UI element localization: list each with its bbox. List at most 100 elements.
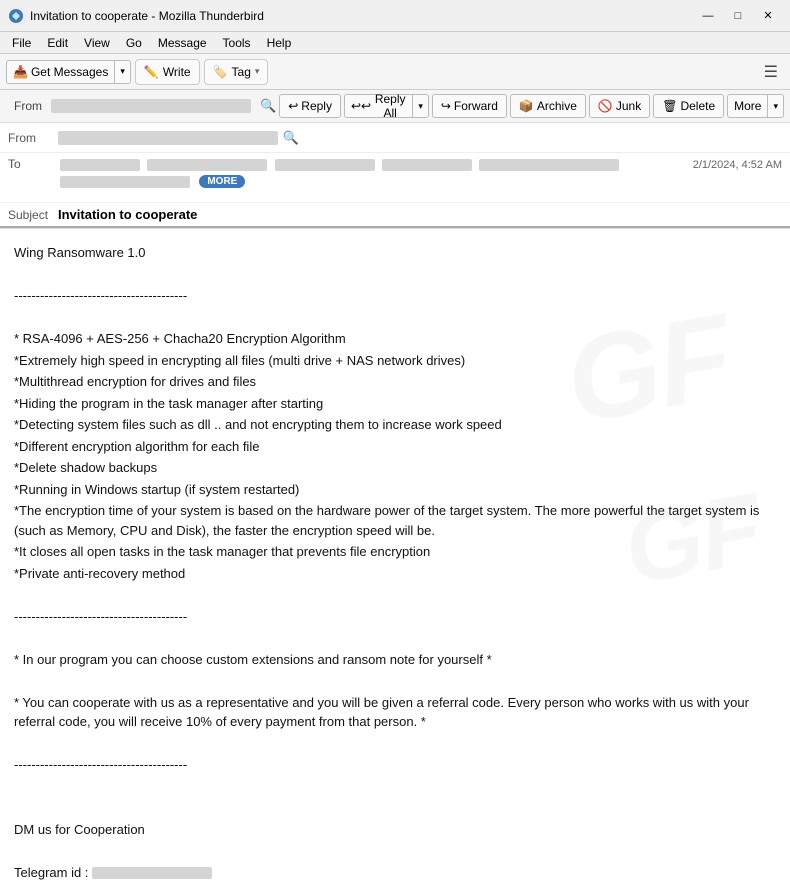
window-controls: — □ ✕: [694, 6, 782, 26]
body-line-spacer-2: [14, 308, 776, 328]
archive-button[interactable]: 📦 Archive: [510, 94, 586, 118]
reply-all-dropdown[interactable]: ▾: [412, 94, 429, 118]
more-dropdown[interactable]: ▾: [767, 94, 784, 118]
reply-all-label: Reply All: [374, 92, 406, 120]
to-row: To MORE 2/1/2024, 4:52 AM: [0, 153, 790, 203]
email-date: 2/1/2024, 4:52 AM: [693, 159, 782, 171]
from-addr-icon[interactable]: 🔍: [282, 129, 300, 147]
archive-label: Archive: [537, 99, 577, 113]
forward-icon: ↪: [441, 99, 451, 113]
subject-field-label: Subject: [8, 208, 58, 222]
action-bar: From 🔍 ↩ Reply ↩↩ Reply All ▾ ↪ Forward: [0, 90, 790, 123]
minimize-button[interactable]: —: [694, 6, 722, 26]
more-split: More ▾: [727, 94, 784, 118]
more-button[interactable]: More: [727, 94, 767, 118]
to-addr-6: [60, 176, 190, 188]
write-icon: ✏️: [144, 65, 159, 79]
to-addr-2: [147, 159, 267, 171]
delete-button[interactable]: 🗑 Delete: [653, 94, 724, 118]
reply-label: Reply: [301, 99, 332, 113]
to-addr-4: [382, 159, 472, 171]
telegram-id-blurred: [92, 867, 212, 879]
menu-help[interactable]: Help: [259, 34, 300, 52]
reply-all-button[interactable]: ↩↩ Reply All: [344, 94, 412, 118]
body-line-1: Wing Ransomware 1.0: [14, 243, 776, 263]
more-label: More: [734, 99, 761, 113]
delete-label: Delete: [680, 99, 715, 113]
body-line-16: DM us for Cooperation: [14, 820, 776, 840]
forward-button[interactable]: ↪ Forward: [432, 94, 507, 118]
subject-row: Subject Invitation to cooperate: [0, 203, 790, 228]
get-messages-label: Get Messages: [31, 65, 108, 79]
body-line-spacer-8: [14, 798, 776, 818]
menu-message[interactable]: Message: [150, 34, 215, 52]
main-toolbar: 📥 Get Messages ▾ ✏️ Write 🏷️ Tag ▾ ☰: [0, 54, 790, 90]
menu-edit[interactable]: Edit: [39, 34, 76, 52]
to-addr-5: [479, 159, 619, 171]
body-line-5: *Multithread encryption for drives and f…: [14, 372, 776, 392]
menu-bar: File Edit View Go Message Tools Help: [0, 32, 790, 54]
body-line-14: * In our program you can choose custom e…: [14, 650, 776, 670]
body-line-spacer-5: [14, 671, 776, 691]
to-field-label: To: [8, 157, 58, 171]
junk-icon: 🚫: [598, 99, 613, 113]
body-line-spacer-7: [14, 777, 776, 797]
email-body[interactable]: GF GF Wing Ransomware 1.0 --------------…: [0, 229, 790, 883]
get-messages-split: 📥 Get Messages ▾: [6, 60, 131, 84]
menu-file[interactable]: File: [4, 34, 39, 52]
app-icon: [8, 8, 24, 24]
delete-icon: 🗑: [662, 99, 677, 113]
body-line-7: *Detecting system files such as dll .. a…: [14, 415, 776, 435]
body-line-4: *Extremely high speed in encrypting all …: [14, 351, 776, 371]
menu-tools[interactable]: Tools: [215, 34, 259, 52]
tag-label: Tag: [232, 65, 251, 79]
body-line-8: *Different encryption algorithm for each…: [14, 437, 776, 457]
tag-icon: 🏷️: [213, 65, 228, 79]
close-button[interactable]: ✕: [754, 6, 782, 26]
hamburger-menu[interactable]: ☰: [758, 59, 784, 85]
get-messages-dropdown[interactable]: ▾: [114, 60, 131, 84]
body-line-divider-1: ----------------------------------------: [14, 286, 776, 306]
maximize-button[interactable]: □: [724, 6, 752, 26]
email-header: From 🔍 ↩ Reply ↩↩ Reply All ▾ ↪ Forward: [0, 90, 790, 229]
more-recipients-button[interactable]: MORE: [199, 175, 245, 188]
reply-all-split: ↩↩ Reply All ▾: [344, 94, 429, 118]
get-messages-button[interactable]: 📥 Get Messages: [6, 60, 114, 84]
menu-view[interactable]: View: [76, 34, 118, 52]
junk-label: Junk: [616, 99, 641, 113]
body-line-spacer-3: [14, 585, 776, 605]
body-line-11: *The encryption time of your system is b…: [14, 501, 776, 540]
write-button[interactable]: ✏️ Write: [135, 59, 200, 85]
body-line-12: *It closes all open tasks in the task ma…: [14, 542, 776, 562]
reply-icon: ↩: [288, 99, 298, 113]
subject-value: Invitation to cooperate: [58, 207, 197, 222]
from-address-blurred: [51, 99, 251, 113]
from-row: From 🔍: [0, 123, 790, 153]
to-addr-1: [60, 159, 140, 171]
body-line-10: *Running in Windows startup (if system r…: [14, 480, 776, 500]
tag-button[interactable]: 🏷️ Tag ▾: [204, 59, 269, 85]
body-line-divider-3: ----------------------------------------: [14, 755, 776, 775]
from-label: From: [6, 97, 49, 115]
body-line-13: *Private anti-recovery method: [14, 564, 776, 584]
body-line-3: * RSA-4096 + AES-256 + Chacha20 Encrypti…: [14, 329, 776, 349]
body-line-17: Telegram id :: [14, 863, 776, 883]
get-messages-icon: 📥: [13, 65, 28, 79]
reply-all-icon: ↩↩: [351, 99, 371, 113]
forward-label: Forward: [454, 99, 498, 113]
body-line-divider-2: ----------------------------------------: [14, 607, 776, 627]
window-title: Invitation to cooperate - Mozilla Thunde…: [30, 9, 694, 23]
archive-icon: 📦: [519, 99, 534, 113]
address-book-icon[interactable]: 🔍: [259, 97, 277, 115]
body-line-spacer-1: [14, 265, 776, 285]
to-addresses: MORE: [58, 157, 693, 189]
menu-go[interactable]: Go: [118, 34, 150, 52]
junk-button[interactable]: 🚫 Junk: [589, 94, 650, 118]
reply-button[interactable]: ↩ Reply: [279, 94, 341, 118]
to-addr-3: [275, 159, 375, 171]
body-line-spacer-9: [14, 841, 776, 861]
write-label: Write: [163, 65, 191, 79]
body-line-9: *Delete shadow backups: [14, 458, 776, 478]
tag-dropdown-arrow: ▾: [255, 66, 260, 77]
body-line-spacer-4: [14, 628, 776, 648]
